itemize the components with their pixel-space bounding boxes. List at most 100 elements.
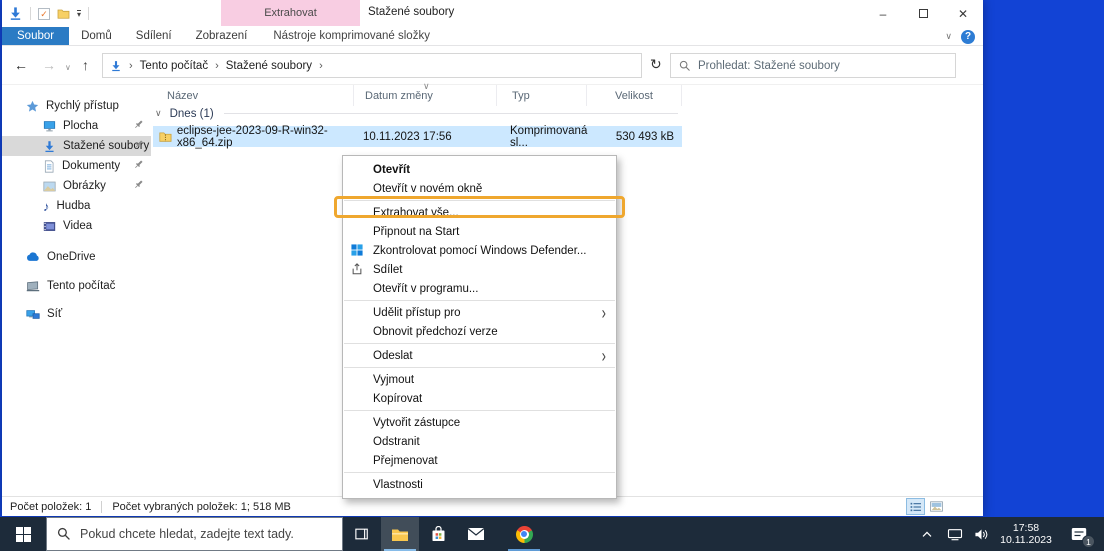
menu-item-send-to[interactable]: Odeslat › (343, 345, 616, 366)
submenu-arrow-icon: › (601, 302, 606, 323)
start-button[interactable] (0, 517, 46, 551)
taskbar-app-mail[interactable] (457, 517, 495, 551)
explorer-search-box[interactable] (670, 53, 956, 78)
system-tray: 17:58 10.11.2023 1 (912, 517, 1104, 551)
downloads-breadcrumb-icon (110, 60, 122, 72)
sort-direction-icon[interactable]: ∨ (423, 81, 430, 92)
explorer-search-input[interactable] (698, 59, 947, 72)
notification-center-button[interactable]: 1 (1058, 517, 1100, 551)
ribbon-tabs: Soubor Domů Sdílení Zobrazení Nástroje k… (2, 27, 983, 46)
maximize-button[interactable] (903, 0, 943, 27)
forward-button: → (42, 57, 56, 73)
clock-time: 17:58 (1012, 522, 1040, 534)
menu-item-share[interactable]: Sdílet (343, 260, 616, 279)
zip-file-icon (159, 132, 172, 142)
file-type: Komprimovaná sl... (510, 124, 588, 149)
menu-item-give-access[interactable]: Udělit přístup pro › (343, 302, 616, 323)
search-icon (57, 527, 70, 540)
menu-item-copy[interactable]: Kopírovat (343, 389, 616, 408)
collapse-ribbon-icon[interactable]: ∨ (945, 31, 952, 42)
sidebar-item-downloads[interactable]: Stažené soubory (2, 136, 151, 156)
refresh-icon[interactable]: ↻ (650, 56, 662, 73)
sidebar-item-music[interactable]: ♪ Hudba (2, 196, 151, 216)
music-icon: ♪ (43, 198, 50, 214)
back-button[interactable]: ← (14, 57, 28, 73)
properties-icon[interactable]: ✓ (38, 7, 50, 20)
group-header[interactable]: ∨ Dnes (1) (151, 105, 682, 122)
thumbnails-view-icon[interactable] (928, 499, 945, 514)
taskbar-app-file-explorer[interactable] (381, 517, 419, 551)
column-header-size[interactable]: Velikost (587, 85, 682, 106)
sidebar-item-videos[interactable]: Videa (2, 216, 151, 236)
menu-item-restore-versions[interactable]: Obnovit předchozí verze (343, 322, 616, 341)
column-header-name[interactable]: Název (151, 85, 354, 106)
network-icon (26, 309, 40, 319)
sidebar-item-pictures[interactable]: Obrázky (2, 176, 151, 196)
close-button[interactable]: ✕ (943, 0, 983, 27)
minimize-button[interactable]: – (863, 0, 903, 27)
taskbar-clock[interactable]: 17:58 10.11.2023 (994, 517, 1058, 551)
network-tray-icon[interactable] (942, 517, 968, 551)
tab-zobrazeni[interactable]: Zobrazení (184, 27, 260, 45)
menu-item-properties[interactable]: Vlastnosti (343, 475, 616, 494)
sidebar-item-network[interactable]: Síť (2, 304, 151, 324)
group-label: Dnes (1) (169, 107, 214, 120)
collapse-group-icon[interactable]: ∨ (155, 108, 162, 119)
address-bar[interactable]: › Tento počítač › Stažené soubory › (102, 53, 642, 78)
window-title: Stažené soubory (368, 6, 455, 18)
onedrive-cloud-icon (27, 252, 39, 261)
sidebar-item-documents[interactable]: Dokumenty (2, 156, 151, 176)
context-tab-group-header: Extrahovat (221, 0, 360, 26)
menu-separator (344, 472, 615, 473)
taskbar-app-store[interactable] (419, 517, 457, 551)
share-icon (351, 263, 363, 275)
status-bar: Počet položek: 1 Počet vybraných položek… (2, 496, 983, 516)
sidebar-item-quick-access[interactable]: Rychlý přístup (2, 96, 151, 116)
column-header-type[interactable]: Typ (497, 85, 587, 106)
customize-qat-icon[interactable]: ▾ (77, 9, 82, 18)
file-modified: 10.11.2023 17:56 (363, 130, 452, 143)
tab-nastroje-komprimovane-slozky[interactable]: Nástroje komprimované složky (259, 27, 444, 45)
recent-locations-icon[interactable]: ∨ (65, 60, 71, 76)
pin-icon (133, 139, 144, 150)
new-folder-icon[interactable] (57, 8, 70, 19)
sidebar-item-desktop[interactable]: Plocha (2, 116, 151, 136)
sidebar-item-onedrive[interactable]: OneDrive (2, 247, 151, 267)
task-view-button[interactable] (343, 517, 381, 551)
downloads-app-icon (8, 6, 23, 21)
windows-defender-icon (351, 244, 363, 256)
menu-item-create-shortcut[interactable]: Vytvořit zástupce (343, 413, 616, 432)
taskbar-search-input[interactable] (80, 527, 332, 541)
tab-sdileni[interactable]: Sdílení (124, 27, 184, 45)
submenu-arrow-icon: › (601, 345, 606, 366)
column-headers: Název Datum změny Typ Velikost (151, 85, 682, 106)
pictures-icon (43, 181, 56, 191)
breadcrumb-separator: › (129, 59, 133, 72)
menu-item-rename[interactable]: Přejmenovat (343, 451, 616, 470)
sidebar-item-this-pc[interactable]: Tento počítač (2, 276, 151, 296)
quick-access-toolbar: ✓ ▾ (8, 0, 90, 27)
taskbar-app-chrome[interactable] (505, 517, 543, 551)
pin-icon (133, 119, 144, 130)
menu-item-open-with[interactable]: Otevřít v programu... (343, 279, 616, 298)
table-row[interactable]: eclipse-jee-2023-09-R-win32-x86_64.zip 1… (153, 124, 682, 149)
details-view-icon[interactable] (906, 498, 925, 515)
task-view-icon (355, 528, 368, 540)
tab-domu[interactable]: Domů (69, 27, 124, 45)
breadcrumb-this-pc[interactable]: Tento počítač (140, 60, 208, 72)
tab-soubor[interactable]: Soubor (2, 27, 70, 45)
windows-logo-icon (15, 526, 31, 542)
menu-item-scan-with-defender[interactable]: Zkontrolovat pomocí Windows Defender... (343, 241, 616, 260)
tray-expand-icon[interactable] (912, 517, 942, 551)
menu-item-pin-to-start[interactable]: Připnout na Start (343, 222, 616, 241)
menu-item-open[interactable]: Otevřít (343, 160, 616, 179)
up-button[interactable]: ↑ (82, 57, 89, 73)
help-icon[interactable]: ? (961, 29, 975, 44)
taskbar-search-box[interactable] (46, 517, 343, 551)
breadcrumb-downloads[interactable]: Stažené soubory (226, 60, 312, 72)
menu-item-delete[interactable]: Odstranit (343, 432, 616, 451)
menu-item-cut[interactable]: Vyjmout (343, 370, 616, 389)
clock-date: 10.11.2023 (1000, 534, 1052, 546)
volume-icon[interactable] (968, 517, 994, 551)
star-icon (26, 100, 39, 112)
